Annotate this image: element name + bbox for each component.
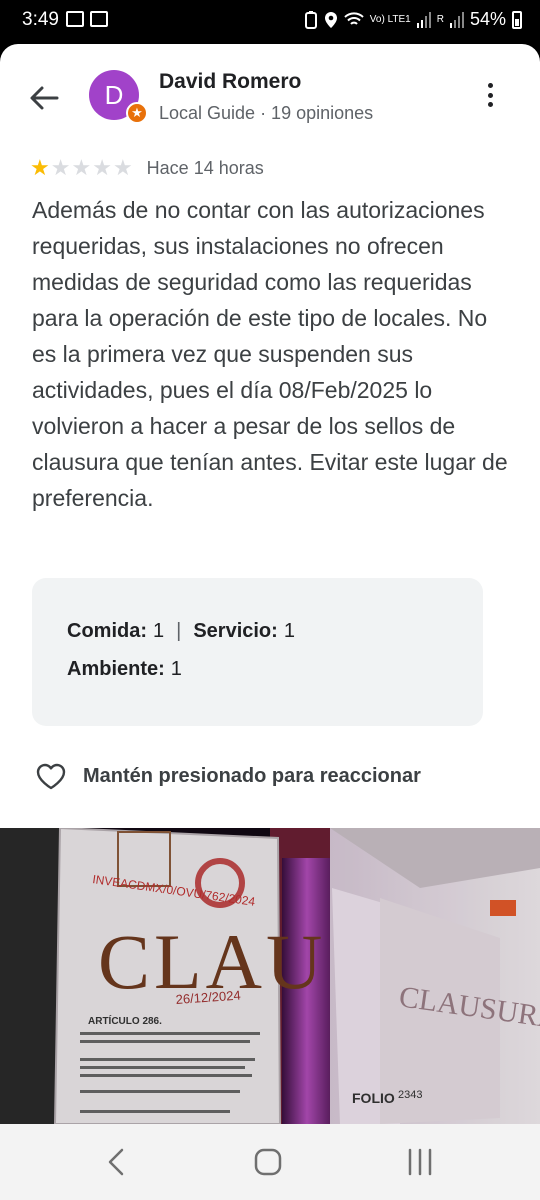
battery-saver-icon: [304, 10, 317, 29]
service-label: Servicio:: [193, 619, 278, 642]
status-bar: 3:49 Vo) LTE1 R 54%: [0, 0, 540, 44]
ambience-value: 1: [170, 657, 182, 680]
menu-dot: [487, 83, 493, 88]
recents-nav-icon[interactable]: [400, 1146, 440, 1178]
attr-separator: |: [176, 619, 182, 642]
star-empty-icon: ★: [50, 155, 71, 180]
wifi-icon: [344, 11, 364, 25]
attr-line-1: Comida: 1 | Servicio: 1: [67, 612, 483, 650]
star-rating: ★ ★ ★ ★ ★: [30, 157, 133, 179]
more-options-icon[interactable]: [478, 80, 502, 110]
network-label: Vo) LTE1: [369, 13, 411, 25]
menu-dot: [487, 102, 493, 107]
home-nav-icon[interactable]: [248, 1146, 288, 1178]
star-empty-icon: ★: [112, 155, 133, 180]
reviewer-name[interactable]: David Romero: [159, 70, 301, 94]
star-empty-icon: ★: [71, 155, 92, 180]
food-value: 1: [153, 619, 165, 642]
signal-icon: [416, 11, 431, 28]
battery-icon: [512, 10, 522, 29]
food-label: Comida:: [67, 619, 147, 642]
keypad-icon: [90, 11, 108, 27]
rating-row: ★ ★ ★ ★ ★ Hace 14 horas: [30, 157, 264, 179]
status-time: 3:49: [22, 9, 59, 30]
service-value: 1: [283, 619, 295, 642]
review-time: Hace 14 horas: [146, 157, 264, 178]
ambience-label: Ambiente:: [67, 657, 165, 680]
rating-attributes: Comida: 1 | Servicio: 1 Ambiente: 1: [32, 578, 483, 726]
review-sheet: D ★ David Romero Local Guide · 19 opinio…: [0, 44, 540, 828]
location-icon: [324, 11, 337, 28]
menu-dot: [487, 92, 493, 98]
navigation-bar: [0, 1124, 540, 1200]
local-guide-star-icon: ★: [126, 102, 148, 124]
signal-icon-2: [449, 11, 464, 28]
reviewer-meta[interactable]: Local Guide · 19 opiniones: [159, 103, 373, 124]
status-right: Vo) LTE1 R 54%: [304, 9, 522, 30]
back-nav-icon[interactable]: [98, 1146, 138, 1178]
review-text: Además de no contar con las autorizacion…: [32, 197, 508, 511]
back-arrow-icon[interactable]: [26, 80, 62, 116]
roaming-label: R: [436, 13, 444, 25]
closure-seal-photo: INVEACDMX/0/OVU/762/2024 CLAU 26/12/2024…: [0, 828, 540, 1124]
review-photo[interactable]: INVEACDMX/0/OVU/762/2024 CLAU 26/12/2024…: [0, 828, 540, 1124]
star-empty-icon: ★: [92, 155, 112, 180]
gallery-icon: [66, 11, 84, 27]
react-label: Mantén presionado para reaccionar: [83, 764, 421, 787]
attr-line-2: Ambiente: 1: [67, 650, 483, 688]
heart-icon[interactable]: [34, 759, 68, 793]
star-filled-icon: ★: [30, 155, 50, 180]
battery-percent: 54%: [469, 9, 506, 29]
notification-icons: [66, 11, 108, 27]
react-button[interactable]: Mantén presionado para reaccionar: [34, 759, 421, 793]
